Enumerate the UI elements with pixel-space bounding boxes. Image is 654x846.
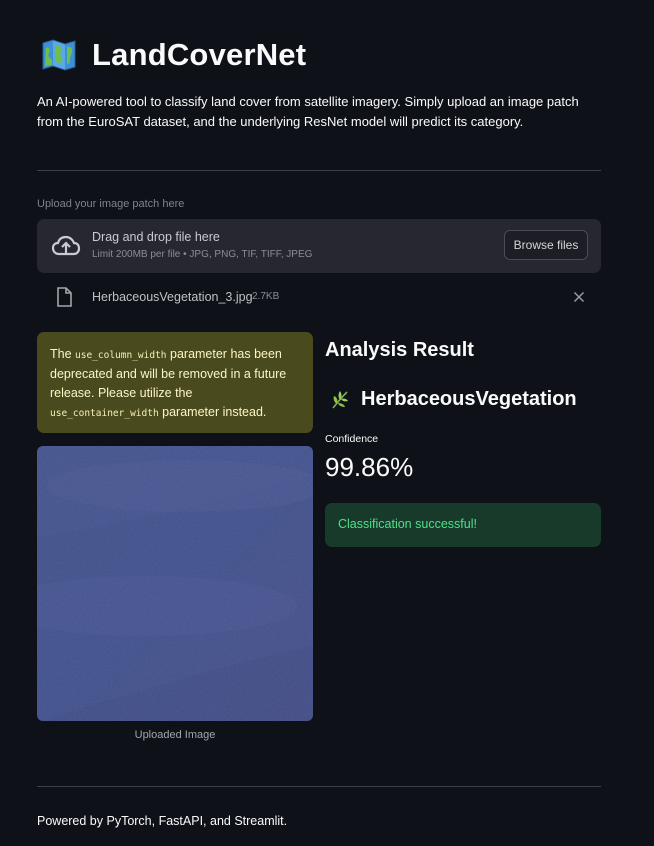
browse-files-button[interactable]: Browse files — [504, 230, 588, 260]
file-icon — [57, 287, 72, 307]
file-dropzone[interactable]: Drag and drop file here Limit 200MB per … — [37, 219, 601, 273]
uploader-label: Upload your image patch here — [37, 198, 185, 210]
predicted-class-row: HerbaceousVegetation — [329, 388, 577, 411]
dropzone-title: Drag and drop file here — [92, 230, 220, 244]
close-icon[interactable] — [573, 291, 585, 303]
cloud-upload-icon — [51, 235, 81, 256]
file-name: HerbaceousVegetation_3.jpg — [92, 290, 253, 304]
warning-text-3: parameter instead. — [158, 405, 267, 419]
leaf-icon — [332, 390, 348, 408]
dropzone-limit: Limit 200MB per file • JPG, PNG, TIF, TI… — [92, 249, 313, 260]
result-title: Analysis Result — [325, 339, 474, 361]
intro-text: An AI-powered tool to classify land cove… — [37, 94, 579, 129]
image-caption: Uploaded Image — [134, 729, 216, 741]
file-size: 2.7KB — [252, 291, 280, 302]
page-title: LandCoverNet — [92, 37, 307, 72]
deprecation-warning: The use_column_width parameter has been … — [37, 332, 313, 433]
divider-bottom — [37, 786, 601, 787]
satellite-image — [37, 446, 313, 721]
predicted-class: HerbaceousVegetation — [361, 388, 577, 410]
footer-text: Powered by PyTorch, FastAPI, and Streaml… — [37, 814, 288, 828]
success-alert: Classification successful! — [325, 503, 601, 547]
uploaded-image — [37, 446, 313, 721]
confidence-value: 99.86% — [325, 452, 414, 482]
map-icon — [42, 39, 76, 71]
divider-top — [37, 170, 601, 171]
title-row: LandCoverNet — [40, 36, 306, 74]
confidence-label: Confidence — [325, 433, 379, 445]
uploaded-file-row: HerbaceousVegetation_3.jpg 2.7KB — [37, 285, 601, 311]
warning-text-1: The — [50, 347, 76, 361]
app-page: LandCoverNet An AI-powered tool to class… — [0, 0, 654, 846]
warning-code-2: use_container_width — [50, 408, 159, 419]
warning-code-1: use_column_width — [75, 350, 167, 361]
